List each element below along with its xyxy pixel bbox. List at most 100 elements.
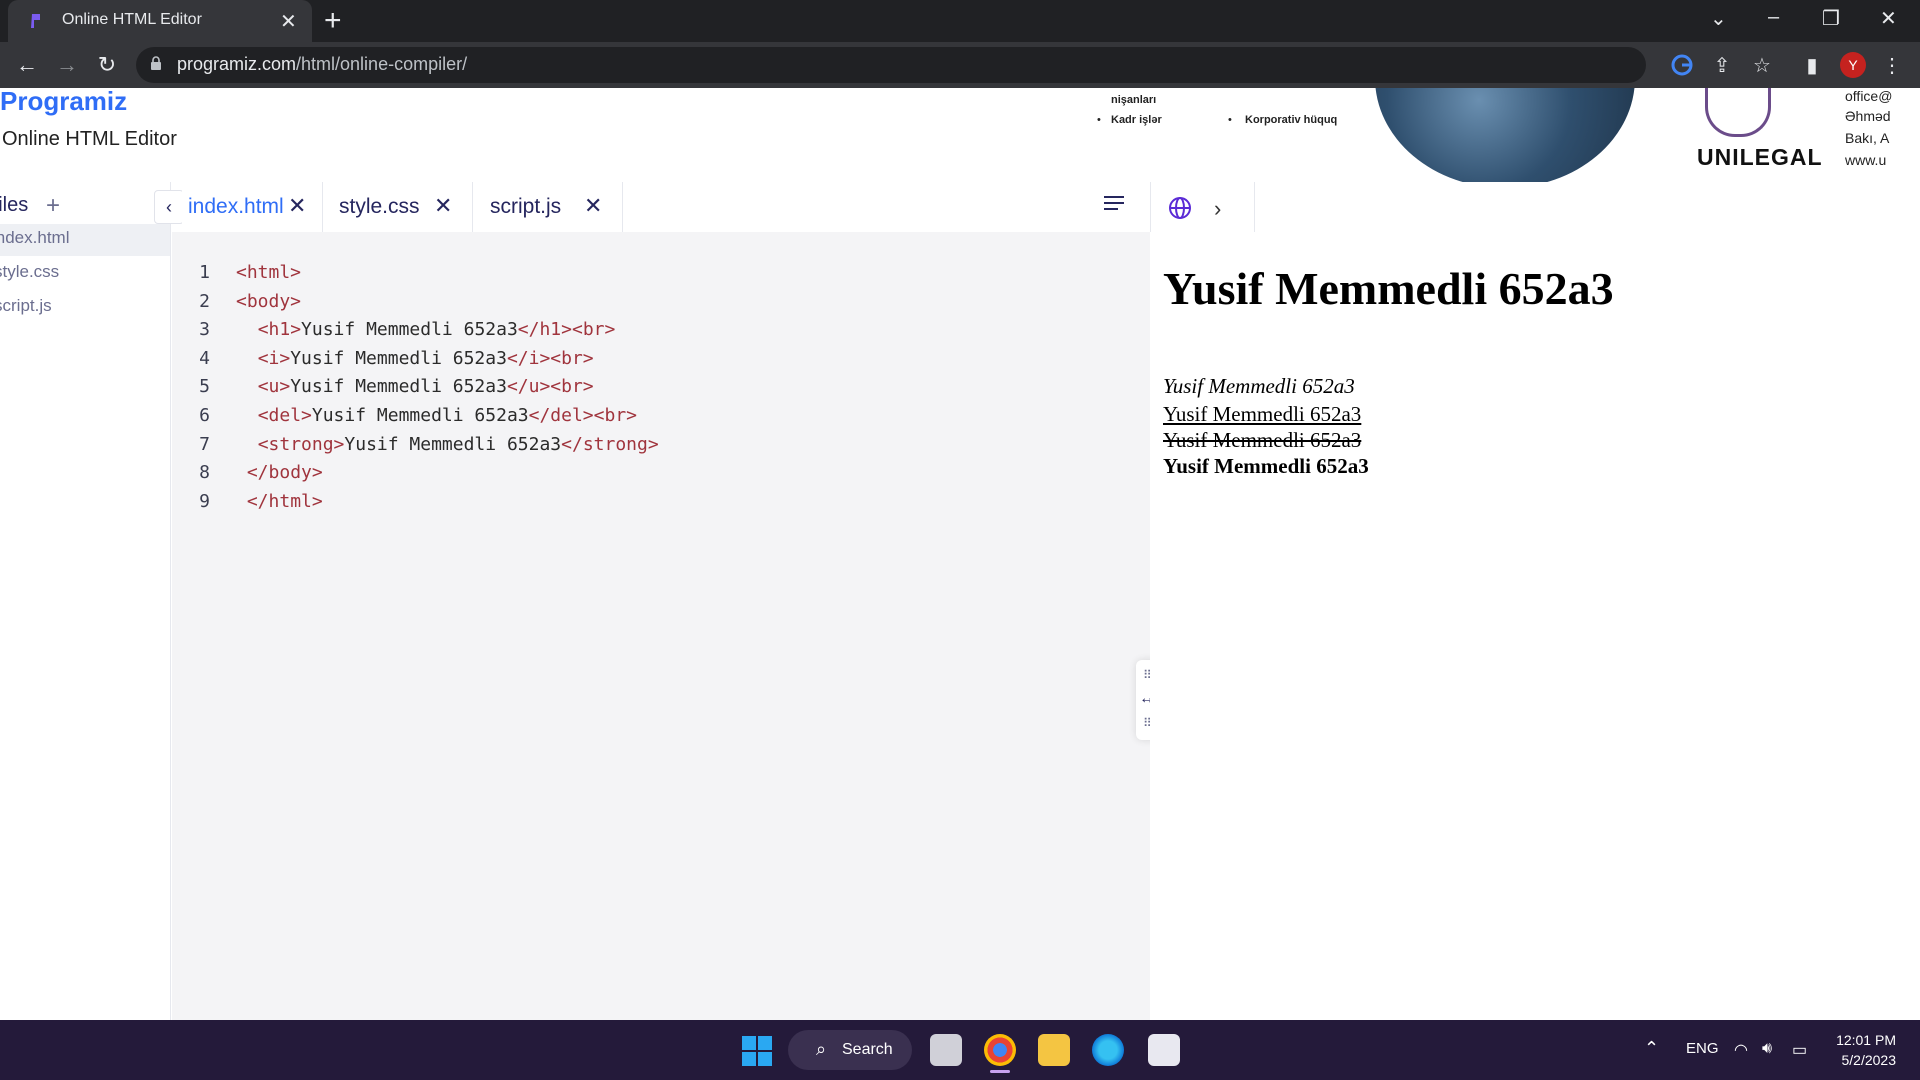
google-icon[interactable]: [1670, 54, 1694, 78]
share-icon[interactable]: ⇪: [1710, 54, 1734, 78]
code-line[interactable]: </body>: [236, 462, 323, 483]
file-item-style[interactable]: style.css: [0, 262, 59, 282]
code-tag: <html>: [236, 262, 302, 283]
page-title: Online HTML Editor: [2, 128, 177, 150]
reload-icon[interactable]: ↻: [90, 50, 124, 80]
code-text: Yusif Memmedli 652a3: [290, 348, 507, 369]
ad-logo: UNILEGAL: [1697, 144, 1823, 170]
ad-text-korporativ: Korporativ hüquq: [1245, 114, 1338, 126]
preview-underline-text: Yusif Memmedli 652a3: [1163, 402, 1362, 426]
tab-close-icon[interactable]: ✕: [434, 193, 452, 219]
url-host: programiz.com: [177, 54, 297, 74]
taskbar-search-button[interactable]: ⌕ Search: [788, 1030, 912, 1070]
chrome-icon[interactable]: [984, 1034, 1016, 1066]
ad-contact-web: www.u: [1845, 152, 1887, 168]
url-text[interactable]: programiz.com/html/online-compiler/: [177, 54, 467, 75]
battery-icon[interactable]: ▭: [1792, 1040, 1807, 1060]
forward-icon[interactable]: →: [50, 50, 84, 80]
line-number: 1: [199, 262, 210, 283]
tab-label: script.js: [490, 195, 562, 218]
code-text: Yusif Memmedli 652a3: [301, 319, 518, 340]
tab-close-icon[interactable]: ✕: [288, 193, 306, 219]
wifi-icon[interactable]: ◠: [1734, 1040, 1748, 1060]
file-explorer-icon[interactable]: [1038, 1034, 1070, 1066]
taskbar-clock[interactable]: 12:01 PM 5/2/2023: [1826, 1030, 1896, 1070]
line-number: 3: [199, 319, 210, 340]
code-text: Yusif Memmedli 652a3: [344, 434, 562, 455]
preview-divider: [1254, 182, 1255, 232]
code-line[interactable]: <html>: [236, 262, 301, 283]
tab-search-chevron-icon[interactable]: ⌄: [1710, 6, 1727, 31]
code-line[interactable]: </html>: [236, 491, 323, 512]
chevron-right-icon[interactable]: ›: [1214, 196, 1221, 222]
volume-icon[interactable]: 🔊︎: [1762, 1040, 1772, 1058]
tab-close-icon[interactable]: ✕: [584, 193, 602, 219]
programiz-logo[interactable]: Programiz: [0, 86, 127, 117]
store-icon[interactable]: [1148, 1034, 1180, 1066]
code-text: Yusif Memmedli 652a3: [290, 376, 507, 397]
new-tab-icon[interactable]: +: [324, 4, 342, 38]
browser-tab-active[interactable]: Online HTML Editor ✕: [8, 0, 312, 42]
programiz-favicon-icon: [31, 14, 40, 28]
files-heading: Files: [0, 194, 29, 216]
restore-icon[interactable]: ❐: [1822, 6, 1840, 31]
minimize-icon[interactable]: –: [1768, 6, 1779, 29]
code-tag: </strong>: [561, 434, 659, 455]
ad-contact-email: office@: [1845, 88, 1893, 104]
clock-date: 5/2/2023: [1841, 1052, 1897, 1068]
tab-index-html[interactable]: index.html ✕: [186, 182, 323, 232]
ad-text-kadr: Kadr işlər: [1111, 114, 1162, 126]
bookmark-star-icon[interactable]: ☆: [1750, 54, 1774, 78]
code-tag: <del>: [257, 405, 312, 426]
line-number: 2: [199, 291, 210, 312]
active-app-indicator: [990, 1070, 1010, 1073]
code-line[interactable]: <u>Yusif Memmedli 652a3</u><br>: [236, 376, 594, 397]
globe-icon[interactable]: [1168, 196, 1192, 220]
code-line[interactable]: <body>: [236, 291, 301, 312]
file-item-index[interactable]: index.html: [0, 228, 69, 248]
code-line[interactable]: <h1>Yusif Memmedli 652a3</h1><br>: [236, 319, 616, 340]
preview-bold-text: Yusif Memmedli 652a3: [1163, 454, 1369, 478]
tray-overflow-icon[interactable]: ⌃: [1644, 1038, 1659, 1059]
ad-bullet-icon: •: [1097, 114, 1101, 126]
code-line[interactable]: <strong>Yusif Memmedli 652a3</strong>: [236, 434, 659, 455]
line-number: 7: [199, 434, 210, 455]
collapse-files-icon[interactable]: ‹: [154, 190, 184, 224]
file-item-script[interactable]: script.js: [0, 296, 52, 316]
ad-contact-city: Bakı, A: [1845, 130, 1890, 146]
side-panel-icon[interactable]: ▮: [1800, 54, 1824, 78]
back-icon[interactable]: ←: [10, 50, 44, 80]
language-indicator[interactable]: ENG: [1686, 1040, 1719, 1057]
preview-heading: Yusif Memmedli 652a3: [1163, 263, 1614, 314]
line-number: 5: [199, 376, 210, 397]
word-wrap-icon[interactable]: [1102, 194, 1126, 214]
advertisement-banner[interactable]: nişanları • Kadr işlər • Korporativ hüqu…: [1085, 88, 1920, 182]
preview-toolbar: [1150, 182, 1920, 233]
code-line[interactable]: <i>Yusif Memmedli 652a3</i><br>: [236, 348, 594, 369]
window-close-icon[interactable]: ✕: [1880, 6, 1897, 31]
ad-bullet-icon: •: [1228, 114, 1232, 126]
task-view-icon[interactable]: [930, 1034, 962, 1066]
tab-script-js[interactable]: script.js ✕: [472, 182, 623, 232]
profile-avatar[interactable]: Y: [1840, 52, 1866, 78]
edge-icon[interactable]: [1092, 1034, 1124, 1066]
windows-start-icon[interactable]: [742, 1036, 772, 1066]
taskbar-search-label: Search: [842, 1041, 893, 1058]
code-tag: <h1>: [257, 319, 302, 340]
line-number: 4: [199, 348, 210, 369]
code-line[interactable]: <del>Yusif Memmedli 652a3</del><br>: [236, 405, 637, 426]
line-number: 8: [199, 462, 210, 483]
clock-time: 12:01 PM: [1836, 1032, 1896, 1048]
tab-close-icon[interactable]: ✕: [280, 9, 297, 34]
code-tag: </u><br>: [506, 376, 594, 397]
code-tag: <body>: [236, 291, 302, 312]
add-file-icon[interactable]: +: [46, 192, 60, 220]
tab-style-css[interactable]: style.css ✕: [322, 182, 473, 232]
ad-text-nisanlari: nişanları: [1111, 94, 1157, 106]
more-menu-icon[interactable]: ⋮: [1880, 54, 1904, 78]
code-tag: </html>: [246, 491, 323, 512]
